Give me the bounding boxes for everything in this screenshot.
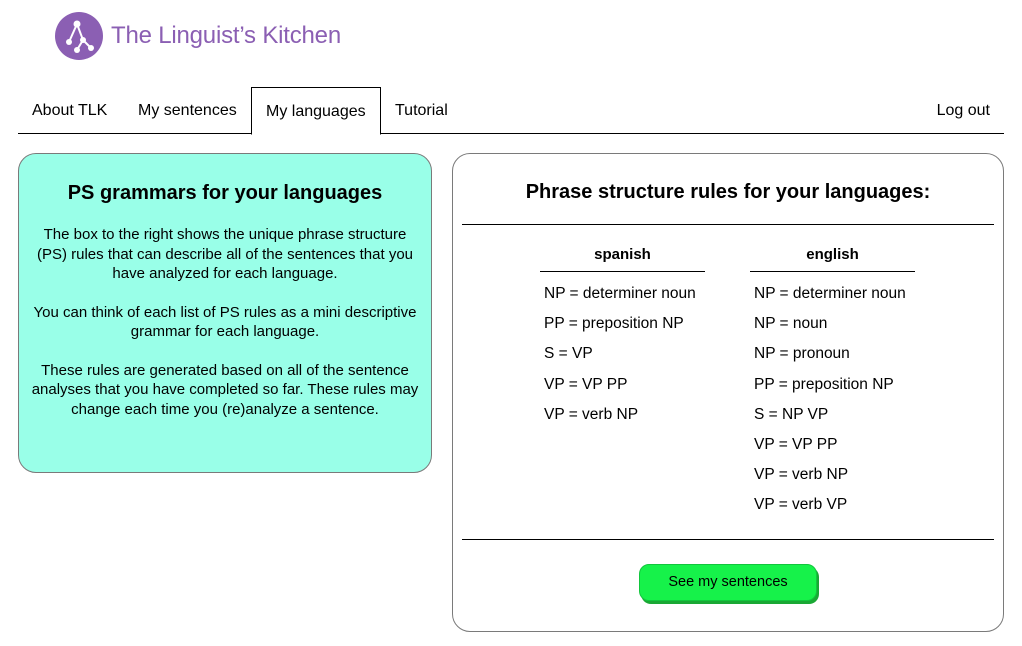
ps-rule: S = VP: [544, 345, 593, 363]
tab-tutorial[interactable]: Tutorial: [381, 87, 462, 134]
main-nav: About TLK My sentences My languages Tuto…: [18, 87, 1004, 135]
ps-rule: VP = verb VP: [754, 496, 848, 514]
language-column-spanish: spanish NP = determiner noun PP = prepos…: [540, 246, 705, 437]
ps-rule: VP = verb NP: [544, 405, 639, 423]
ps-rule: VP = VP PP: [754, 435, 838, 453]
tab-my-languages[interactable]: My languages: [251, 87, 381, 135]
tab-about-tlk[interactable]: About TLK: [18, 87, 121, 134]
language-header: spanish: [540, 246, 705, 272]
ps-rule: NP = pronoun: [754, 345, 850, 363]
brand-logo[interactable]: The Linguist’s Kitchen: [55, 12, 341, 60]
info-paragraph-1: The box to the right shows the unique ph…: [36, 226, 414, 282]
tree-logo-icon: [55, 12, 103, 60]
ps-rule: VP = VP PP: [544, 375, 628, 393]
see-my-sentences-button[interactable]: See my sentences: [639, 564, 817, 601]
info-paragraph-3: These rules are generated based on all o…: [31, 361, 419, 418]
rules-title: Phrase structure rules for your language…: [525, 181, 931, 203]
rules-panel: Phrase structure rules for your language…: [452, 153, 1004, 632]
divider: [462, 539, 994, 540]
language-header: english: [750, 246, 915, 272]
ps-rule: NP = determiner noun: [754, 285, 906, 302]
logout-link[interactable]: Log out: [923, 87, 1004, 134]
brand-name: The Linguist’s Kitchen: [111, 22, 341, 49]
info-title: PS grammars for your languages: [67, 182, 383, 204]
info-paragraph-2: You can think of each list of PS rules a…: [33, 303, 417, 341]
ps-rule: S = NP VP: [754, 405, 829, 423]
ps-rule: NP = determiner noun: [544, 285, 696, 302]
ps-rule: NP = noun: [754, 315, 828, 333]
ps-rule: VP = verb NP: [754, 466, 849, 484]
tab-my-sentences[interactable]: My sentences: [124, 87, 251, 134]
divider: [462, 224, 994, 225]
info-panel: PS grammars for your languages The box t…: [18, 153, 432, 473]
language-column-english: english NP = determiner noun NP = noun N…: [750, 246, 915, 528]
ps-rule: PP = preposition NP: [754, 375, 894, 393]
ps-rule: PP = preposition NP: [544, 315, 684, 333]
